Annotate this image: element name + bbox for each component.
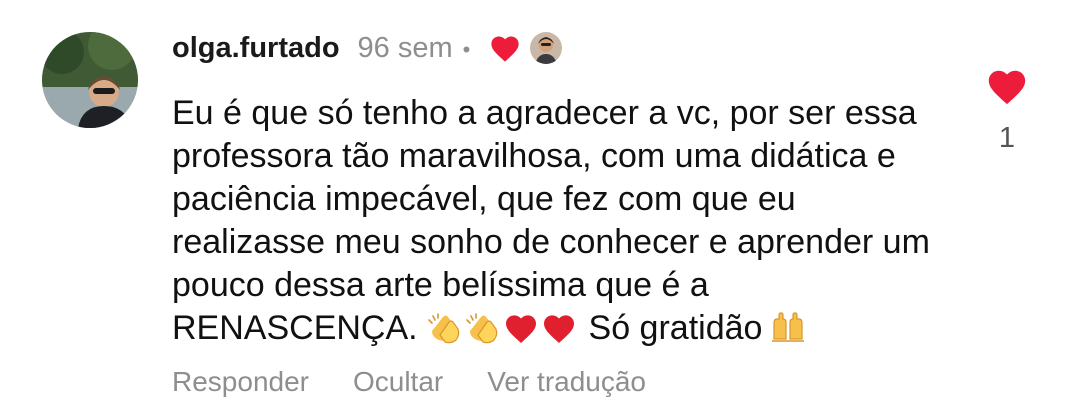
comment-header: olga.furtado 96 sem • — [172, 28, 563, 68]
red-heart-emoji — [503, 311, 539, 356]
timestamp: 96 sem — [357, 31, 453, 64]
clapping-hands-emoji — [465, 311, 501, 356]
comment-text-main: Eu é que só tenho a agradecer a vc, por … — [172, 94, 930, 347]
comment-text: Eu é que só tenho a agradecer a vc, por … — [172, 92, 952, 356]
comment-actions: Responder Ocultar Ver tradução — [172, 366, 646, 398]
like-button[interactable] — [985, 66, 1029, 106]
like-count: 1 — [998, 122, 1016, 154]
creator-avatar — [530, 32, 563, 64]
user-avatar[interactable] — [42, 32, 138, 128]
raising-hands-emoji — [770, 311, 806, 356]
separator-dot: • — [462, 37, 471, 62]
avatar-photo — [42, 32, 138, 128]
comment-text-end: Só gratidão — [588, 309, 763, 347]
reply-button[interactable]: Responder — [172, 366, 309, 398]
red-heart-emoji — [541, 311, 577, 356]
username[interactable]: olga.furtado — [172, 32, 340, 65]
creator-liked-heart-icon — [488, 33, 522, 63]
hide-button[interactable]: Ocultar — [353, 366, 443, 398]
heart-icon — [988, 70, 1026, 105]
clapping-hands-emoji — [427, 311, 463, 356]
translate-button[interactable]: Ver tradução — [487, 366, 646, 398]
